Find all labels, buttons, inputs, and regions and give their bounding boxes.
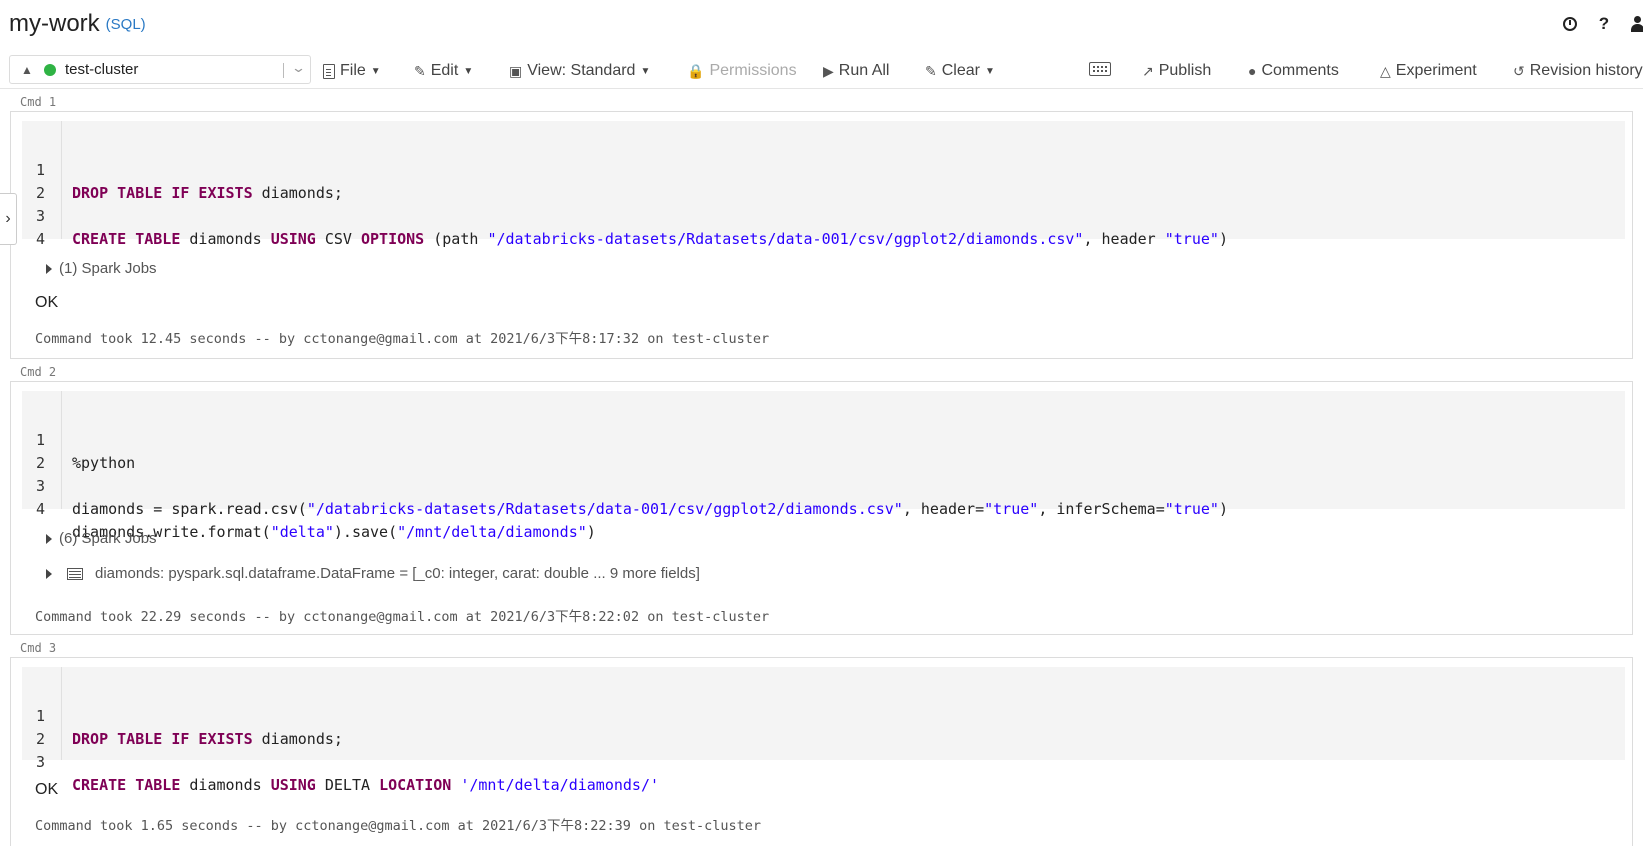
code-line: 1 DROP TABLE IF EXISTS diamonds; [22, 136, 1625, 202]
dataframe-type: pyspark.sql.dataframe.DataFrame = [_c0: … [168, 565, 700, 582]
cell-label: Cmd 1 [20, 95, 57, 109]
toolbar-divider [0, 88, 1643, 89]
experiment-label: Experiment [1395, 62, 1477, 79]
line-number: 4 [35, 230, 46, 248]
edit-menu[interactable]: ✎ Edit ▼ [414, 62, 473, 80]
view-menu-label: View: Standard [527, 62, 636, 79]
comments-label: Comments [1261, 62, 1339, 79]
comments-icon: ● [1248, 63, 1257, 79]
edit-menu-label: Edit [430, 62, 459, 79]
cluster-select[interactable]: ▲ test-cluster ⌄ [9, 55, 311, 84]
cluster-name: test-cluster [65, 61, 139, 78]
permissions-label: Permissions [709, 62, 797, 79]
select-separator [283, 63, 284, 78]
sidebar-toggle-button[interactable]: › [0, 193, 17, 245]
cluster-status-icon [44, 63, 56, 76]
keyboard-icon [1089, 62, 1111, 76]
cell-result: OK [35, 781, 59, 798]
network-icon: ▲ [21, 62, 33, 77]
code-line: 1 %python [22, 406, 1625, 472]
expand-triangle-icon [46, 533, 52, 544]
code-line: 2 [22, 159, 1625, 202]
clear-menu-label: Clear [941, 62, 980, 79]
file-menu[interactable]: File ▼ [323, 62, 381, 80]
flask-icon: △ [1380, 62, 1391, 79]
code-text: CREATE TABLE diamonds USING DELTA LOCATI… [72, 776, 660, 794]
chevron-down-icon[interactable]: ⌄ [291, 60, 306, 76]
cell-label: Cmd 3 [20, 641, 57, 655]
experiment-button[interactable]: △ Experiment [1380, 62, 1477, 80]
help-icon[interactable]: ? [1595, 14, 1613, 34]
lock-icon: 🔒 [687, 62, 705, 79]
notebook-cell[interactable]: 1 %python 2 3 diamonds = spark.read.csv(… [10, 381, 1633, 635]
caret-down-icon: ▼ [640, 65, 651, 77]
spark-jobs-label: (6) Spark Jobs [59, 530, 157, 547]
spark-jobs-toggle[interactable]: (1) Spark Jobs [46, 260, 157, 277]
spark-jobs-toggle[interactable]: (6) Spark Jobs [46, 530, 157, 547]
file-menu-label: File [340, 62, 366, 79]
notebook-header: my-work (SQL) ? [0, 0, 1643, 52]
notebook-cell[interactable]: 1 DROP TABLE IF EXISTS diamonds; 2 3 CRE… [10, 111, 1633, 359]
comments-button[interactable]: ● Comments [1248, 62, 1339, 80]
user-icon[interactable] [1631, 16, 1643, 32]
history-icon: ↺ [1513, 62, 1525, 79]
run-all-button[interactable]: ▶ Run All [823, 62, 889, 80]
dataframe-schema-toggle[interactable]: diamonds: pyspark.sql.dataframe.DataFram… [46, 565, 700, 582]
play-circle-icon: ▶ [823, 62, 834, 79]
chevron-right-icon: › [5, 210, 11, 227]
caret-down-icon: ▼ [463, 65, 474, 77]
publish-button[interactable]: ↗ Publish [1142, 62, 1211, 80]
code-text: diamonds = spark.read.csv("/databricks-d… [72, 500, 1228, 518]
caret-down-icon: ▼ [984, 65, 995, 77]
code-line: 4 diamonds.write.format("delta").save("/… [22, 475, 1625, 541]
code-line: 1 DROP TABLE IF EXISTS diamonds; [22, 682, 1625, 748]
notebook-name[interactable]: my-work [9, 10, 100, 37]
code-line: 2 [22, 429, 1625, 472]
code-line: 2 [22, 705, 1625, 748]
notebook-cell[interactable]: 1 DROP TABLE IF EXISTS diamonds; 2 3 CRE… [10, 657, 1633, 846]
code-text: CREATE TABLE diamonds USING CSV OPTIONS … [72, 230, 1228, 248]
code-editor[interactable]: 1 %python 2 3 diamonds = spark.read.csv(… [22, 391, 1625, 541]
run-all-label: Run All [838, 62, 890, 79]
code-editor[interactable]: 1 DROP TABLE IF EXISTS diamonds; 2 3 CRE… [22, 667, 1625, 794]
command-status: Command took 1.65 seconds -- by cctonang… [35, 818, 761, 834]
command-status: Command took 12.45 seconds -- by cctonan… [35, 331, 770, 347]
dataframe-name: diamonds: [95, 565, 165, 582]
notebook-toolbar: ▲ test-cluster ⌄ File ▼ ✎ Edit ▼ ▣ View:… [0, 52, 1643, 88]
permissions-button[interactable]: 🔒 Permissions [687, 62, 797, 80]
publish-label: Publish [1158, 62, 1212, 79]
eraser-icon: ✎ [925, 62, 937, 79]
caret-down-icon: ▼ [370, 65, 381, 77]
share-icon: ↗ [1142, 62, 1154, 79]
notebook-title[interactable]: my-work (SQL) [9, 10, 146, 38]
clear-menu[interactable]: ✎ Clear ▼ [925, 62, 995, 80]
edit-icon: ✎ [414, 62, 426, 79]
clock-icon[interactable] [1563, 17, 1577, 31]
view-menu[interactable]: ▣ View: Standard ▼ [509, 62, 650, 80]
code-line: 3 CREATE TABLE diamonds USING DELTA LOCA… [22, 728, 1625, 794]
spark-jobs-label: (1) Spark Jobs [59, 260, 157, 277]
code-line: 3 diamonds = spark.read.csv("/databricks… [22, 452, 1625, 518]
notebook-language[interactable]: (SQL) [106, 16, 146, 33]
table-icon [67, 567, 83, 580]
keyboard-shortcuts-button[interactable] [1089, 62, 1111, 76]
line-number: 4 [35, 500, 46, 518]
top-icons: ? [1563, 14, 1643, 34]
command-status: Command took 22.29 seconds -- by cctonan… [35, 609, 770, 625]
image-icon: ▣ [509, 62, 523, 79]
code-line: 4 [22, 205, 1625, 248]
cell-result: OK [35, 294, 59, 311]
code-line: 3 CREATE TABLE diamonds USING CSV OPTION… [22, 182, 1625, 248]
code-editor[interactable]: 1 DROP TABLE IF EXISTS diamonds; 2 3 CRE… [22, 121, 1625, 248]
line-number: 3 [35, 753, 46, 771]
revision-history-button[interactable]: ↺ Revision history [1513, 62, 1643, 80]
revision-history-label: Revision history [1529, 62, 1643, 79]
expand-triangle-icon [46, 568, 52, 579]
expand-triangle-icon [46, 263, 52, 274]
file-icon [323, 63, 335, 79]
cell-label: Cmd 2 [20, 365, 57, 379]
